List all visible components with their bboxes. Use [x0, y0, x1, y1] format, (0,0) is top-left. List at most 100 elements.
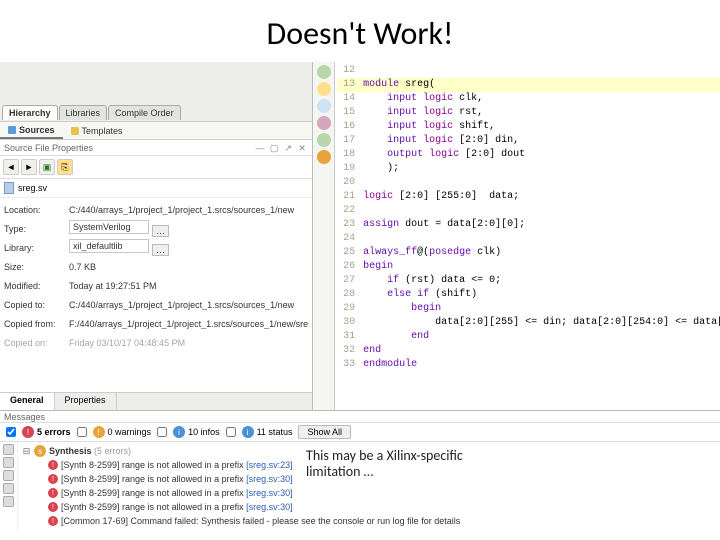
show-all-button[interactable]: Show All — [298, 425, 351, 439]
line-number: 32 — [337, 344, 355, 358]
code-token: posedge — [429, 246, 471, 260]
line-number: 21 — [337, 190, 355, 204]
gutter-icon[interactable] — [317, 82, 331, 96]
error-row[interactable]: ![Synth 8-2599] range is not allowed in … — [22, 500, 716, 514]
forward-icon[interactable]: ► — [21, 159, 37, 175]
gutter-icon[interactable] — [3, 444, 14, 455]
file-row[interactable]: sreg.sv — [0, 179, 312, 198]
copiedto-key: Copied to: — [4, 300, 69, 310]
line-number: 25 — [337, 246, 355, 260]
error-icon: ! — [22, 426, 34, 438]
tab-libraries[interactable]: Libraries — [59, 105, 108, 120]
error-row[interactable]: ![Common 17-69] Command failed: Synthesi… — [22, 514, 716, 528]
code-token: (rst) data <= 0; — [399, 274, 501, 288]
size-value: 0.7 KB — [69, 262, 308, 272]
subtab-templates-label: Templates — [82, 126, 123, 136]
line-number: 19 — [337, 162, 355, 176]
gutter-icon[interactable] — [317, 133, 331, 147]
warnings-checkbox[interactable] — [77, 427, 87, 437]
error-link[interactable]: [sreg.sv:30] — [246, 488, 293, 498]
code-token: end — [363, 330, 429, 344]
gutter-icon[interactable] — [317, 150, 331, 164]
error-icon: ! — [48, 474, 58, 484]
warning-icon: ! — [93, 426, 105, 438]
code-token: assign — [363, 218, 399, 232]
sources-top: Hierarchy Libraries Compile Order — [0, 62, 312, 122]
code-token: [2:0] dout — [459, 148, 525, 162]
type-value: SystemVerilog — [69, 220, 149, 234]
code-token: logic — [417, 120, 453, 134]
gutter-icon[interactable] — [3, 457, 14, 468]
file-icon — [4, 182, 14, 194]
code-token: begin — [363, 302, 441, 316]
code-token: dout = data[2:0][0]; — [399, 218, 525, 232]
save-icon[interactable]: ▣ — [39, 159, 55, 175]
gutter-icon[interactable] — [3, 470, 14, 481]
line-number: 16 — [337, 120, 355, 134]
collapse-icon[interactable]: ⊟ — [22, 446, 31, 457]
restore-icon[interactable]: ↗ — [282, 142, 294, 154]
code-token: endmodule — [363, 358, 417, 372]
error-icon: ! — [48, 460, 58, 470]
subtab-sources[interactable]: Sources — [0, 123, 63, 139]
gutter-icon[interactable] — [317, 99, 331, 113]
code-token: end — [363, 344, 381, 358]
code-token: @( — [417, 246, 429, 260]
gutter-icon[interactable] — [317, 65, 331, 79]
subtab-sources-label: Sources — [19, 125, 55, 135]
code-token: data[2:0][255] <= din; data[2:0][254:0] … — [363, 316, 720, 330]
editor-gutter — [313, 62, 335, 410]
errors-count: 5 errors — [37, 427, 71, 437]
infos-count: 10 infos — [188, 427, 220, 437]
errors-checkbox[interactable] — [6, 427, 16, 437]
library-browse-button[interactable]: … — [152, 244, 169, 256]
error-link[interactable]: [sreg.sv:30] — [246, 502, 293, 512]
error-link[interactable]: [sreg.sv:30] — [246, 474, 293, 484]
close-icon[interactable]: ✕ — [296, 142, 308, 154]
line-number: 33 — [337, 358, 355, 372]
type-browse-button[interactable]: … — [152, 225, 169, 237]
code-token: rst, — [453, 106, 483, 120]
infos-checkbox[interactable] — [157, 427, 167, 437]
location-key: Location: — [4, 205, 69, 215]
copiedfrom-value: F:/440/arrays_1/project_1/project_1.srcs… — [69, 319, 308, 329]
error-link[interactable]: [sreg.sv:23] — [246, 460, 293, 470]
code-area[interactable]: 12 13module sreg( 14 input logic clk, 15… — [335, 62, 720, 410]
code-editor[interactable]: 12 13module sreg( 14 input logic clk, 15… — [313, 62, 720, 410]
tab-general[interactable]: General — [0, 393, 55, 410]
tab-compile-order[interactable]: Compile Order — [108, 105, 181, 120]
code-token: output — [363, 148, 423, 162]
status-checkbox[interactable] — [226, 427, 236, 437]
ide-window: Hierarchy Libraries Compile Order Source… — [0, 62, 720, 410]
tab-hierarchy[interactable]: Hierarchy — [2, 105, 58, 120]
copiedon-value: Friday 03/10/17 04:48:45 PM — [69, 338, 308, 348]
gutter-icon[interactable] — [3, 483, 14, 494]
error-row[interactable]: ![Synth 8-2599] range is not allowed in … — [22, 486, 716, 500]
slide-callout: This may be a Xilinx-specific limitation… — [306, 448, 516, 480]
tab-properties[interactable]: Properties — [55, 393, 117, 410]
code-token: clk, — [453, 92, 483, 106]
maximize-icon[interactable]: ▢ — [268, 142, 280, 154]
gutter-icon[interactable] — [317, 116, 331, 130]
code-token: always_ff — [363, 246, 417, 260]
modified-key: Modified: — [4, 281, 69, 291]
code-token: if — [411, 288, 429, 302]
synthesis-count: (5 errors) — [94, 446, 131, 456]
line-number: 22 — [337, 204, 355, 218]
line-number: 31 — [337, 330, 355, 344]
minimize-icon[interactable]: — — [254, 142, 266, 154]
line-number: 30 — [337, 316, 355, 330]
line-number: 24 — [337, 232, 355, 246]
subtab-templates[interactable]: Templates — [63, 124, 131, 138]
highlight-icon[interactable]: ⎘ — [57, 159, 73, 175]
slide-title: Doesn't Work! — [0, 0, 720, 61]
line-number: 20 — [337, 176, 355, 190]
code-token: sreg( — [399, 78, 435, 92]
synthesis-label: Synthesis — [49, 446, 92, 456]
line-number: 27 — [337, 274, 355, 288]
gutter-icon[interactable] — [3, 496, 14, 507]
line-number: 12 — [337, 64, 355, 78]
code-token: logic — [363, 190, 393, 204]
warnings-count: 0 warnings — [108, 427, 152, 437]
back-icon[interactable]: ◄ — [3, 159, 19, 175]
